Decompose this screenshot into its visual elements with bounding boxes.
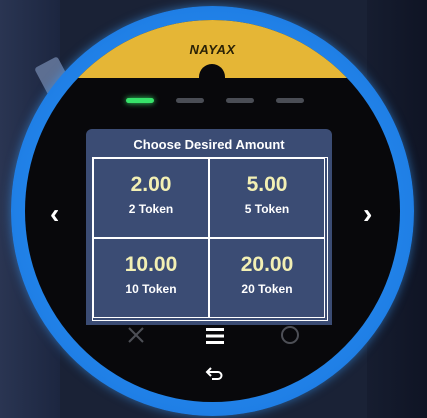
round-screen: NAYAX ‹ › Choose Desired Amount 2.00 2 T… [25,20,400,402]
step-dot-4 [276,98,304,103]
token-label: 10 Token [125,282,177,296]
amount-option-2[interactable]: 2.00 2 Token [93,158,209,238]
amount-value: 20.00 [240,253,294,276]
close-icon[interactable] [126,325,146,345]
token-label: 2 Token [128,202,174,216]
amount-grid: 2.00 2 Token 5.00 5 Token 10.00 10 Token… [92,157,328,321]
next-arrow-button[interactable]: › [363,200,372,228]
amount-panel: Choose Desired Amount 2.00 2 Token 5.00 … [86,129,332,325]
token-label: 5 Token [244,202,290,216]
token-label: 20 Token [241,282,293,296]
circle-icon[interactable] [281,326,299,344]
prev-arrow-button[interactable]: ‹ [50,200,59,228]
step-dot-1 [126,98,154,103]
step-indicator [25,98,400,106]
brand-logo: NAYAX [189,42,236,57]
amount-option-20[interactable]: 20.00 20 Token [209,238,325,318]
step-dot-2 [176,98,204,103]
menu-icon[interactable] [205,327,225,345]
step-dot-3 [226,98,254,103]
amount-option-5[interactable]: 5.00 5 Token [209,158,325,238]
amount-value: 2.00 [130,173,172,196]
panel-title: Choose Desired Amount [133,137,285,152]
back-icon[interactable] [205,364,223,382]
amount-value: 10.00 [124,253,178,276]
amount-option-10[interactable]: 10.00 10 Token [93,238,209,318]
amount-value: 5.00 [246,173,288,196]
